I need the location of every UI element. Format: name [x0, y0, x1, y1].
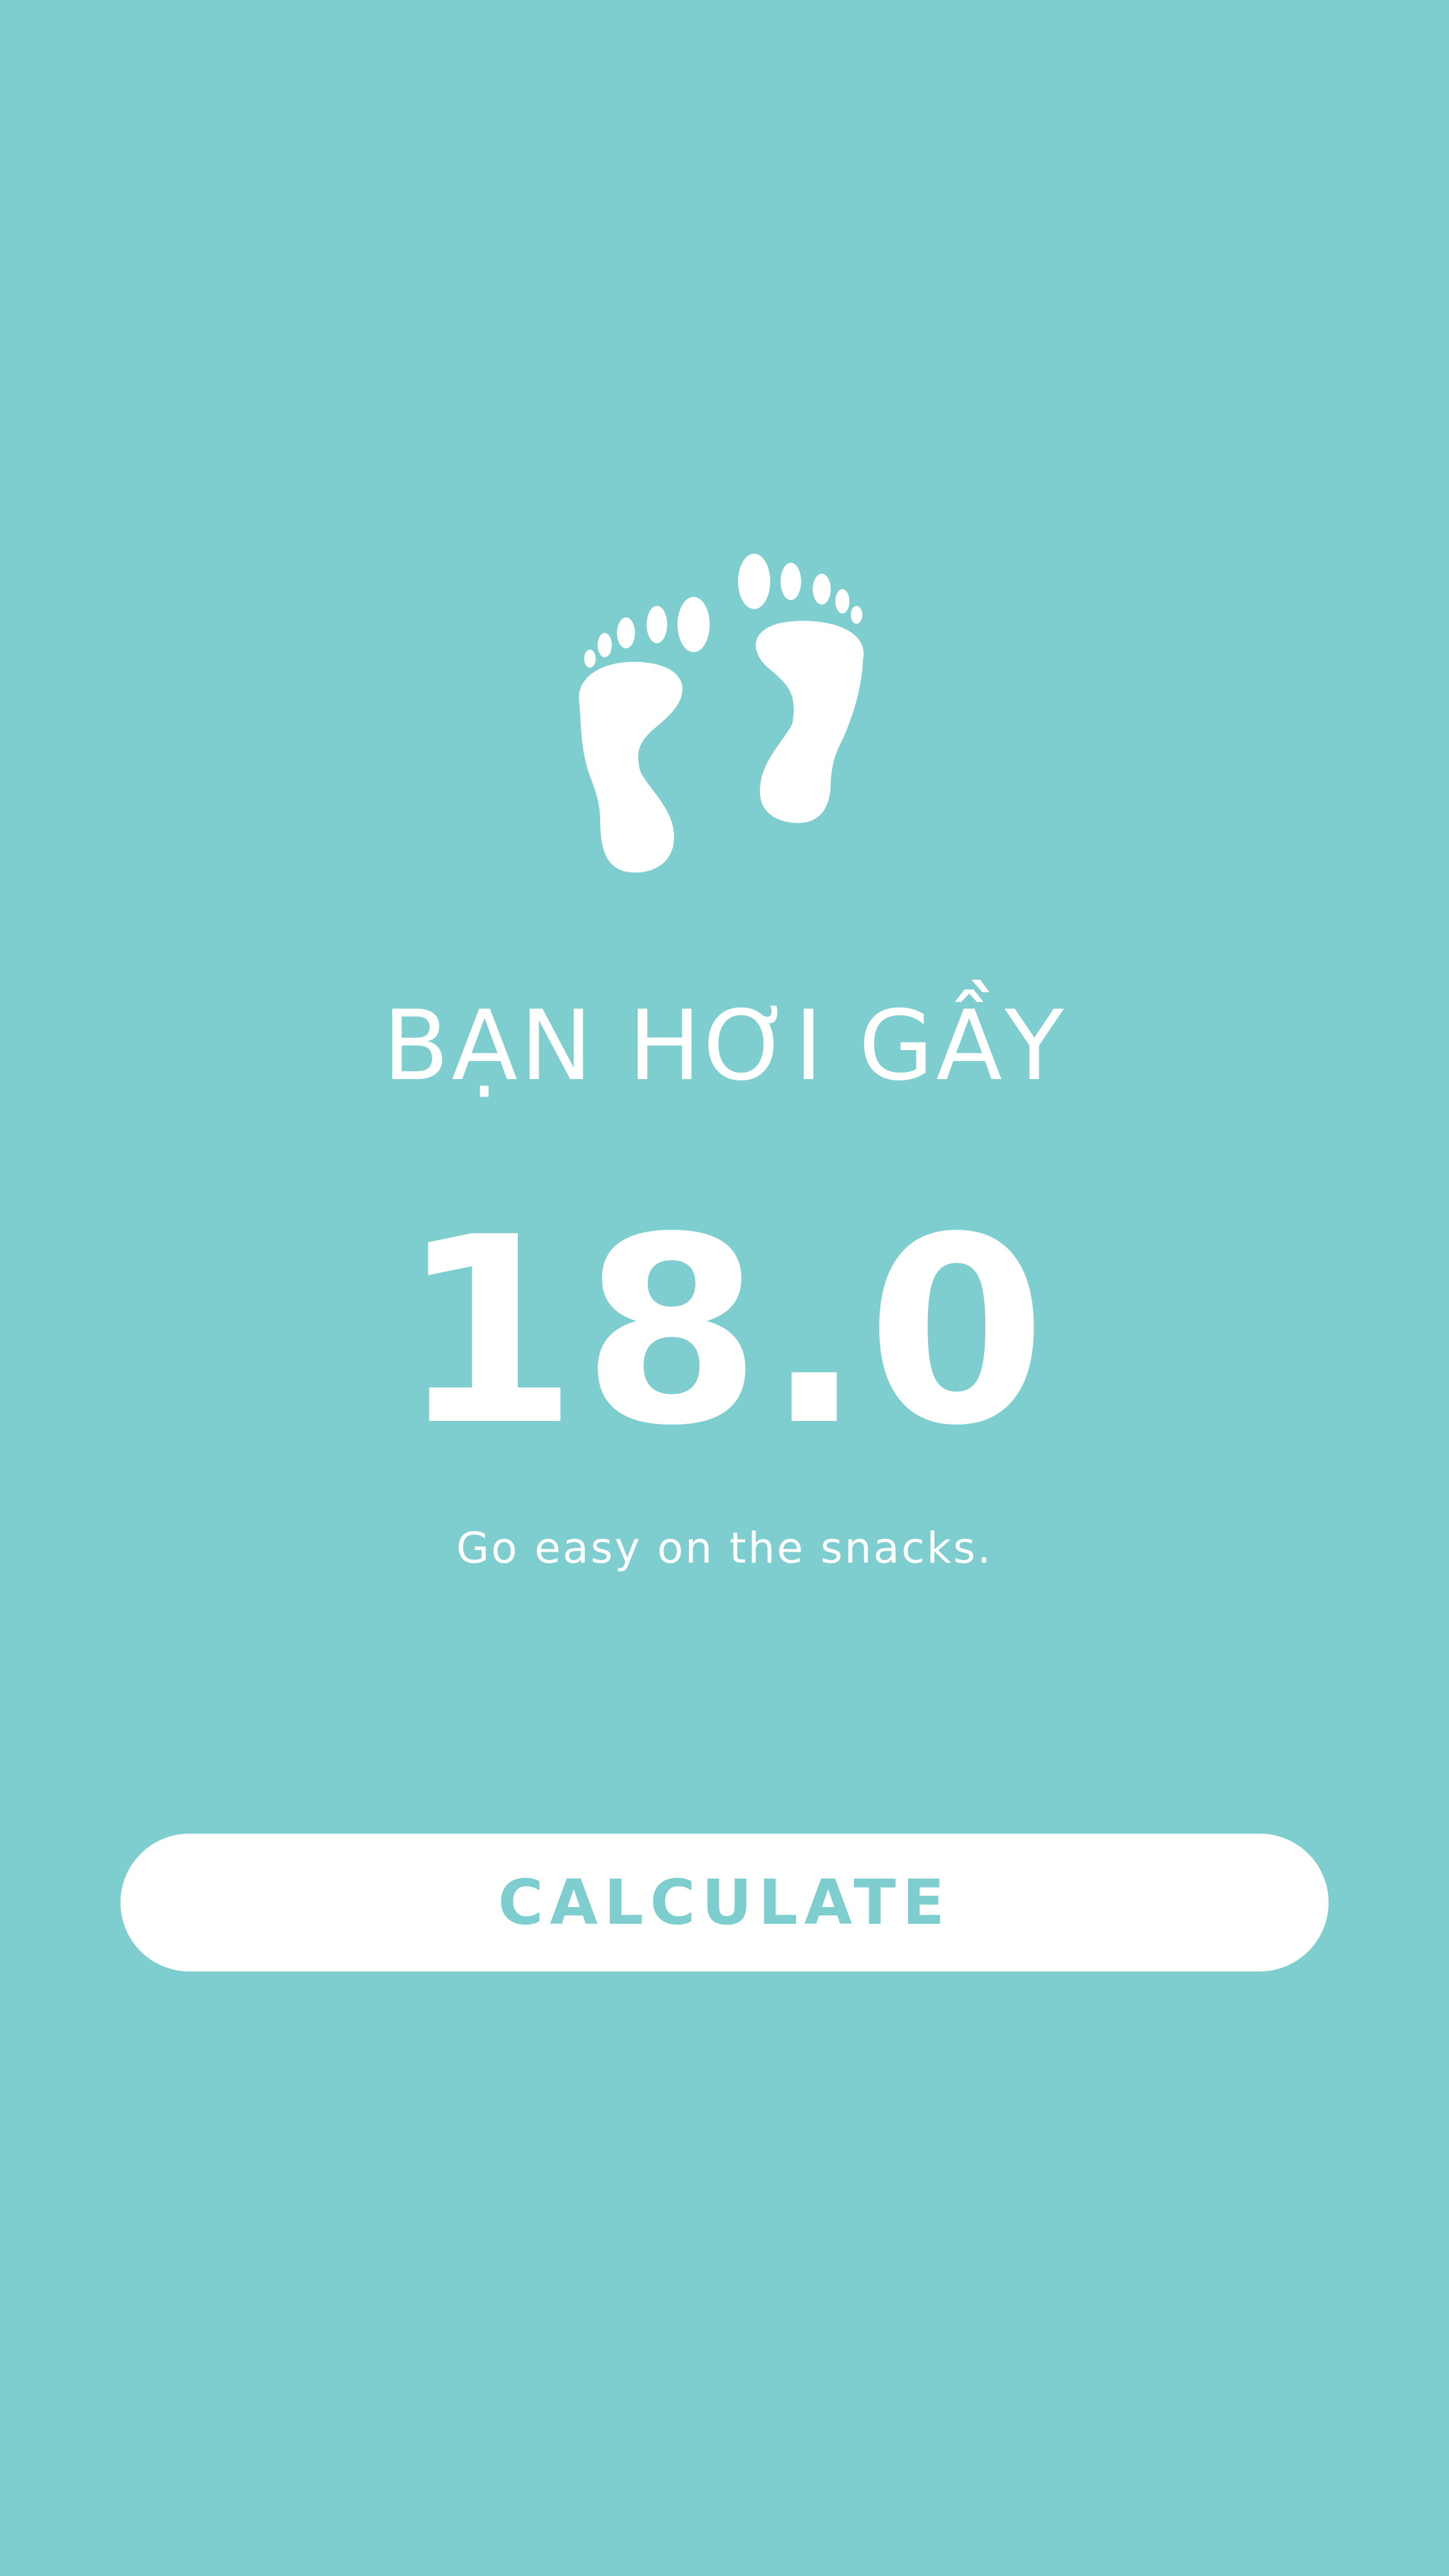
- result-message: Go easy on the snacks.: [456, 1523, 993, 1573]
- calculate-button[interactable]: CALCULATE: [120, 1834, 1329, 1971]
- bmi-score: 18.0: [399, 1183, 1050, 1482]
- result-title: BẠN HƠI GẦY: [383, 990, 1066, 1102]
- calculate-button-label: CALCULATE: [498, 1866, 951, 1939]
- result-screen: BẠN HƠI GẦY 18.0 Go easy on the snacks. …: [0, 0, 1449, 2576]
- feet-icon: [567, 541, 876, 888]
